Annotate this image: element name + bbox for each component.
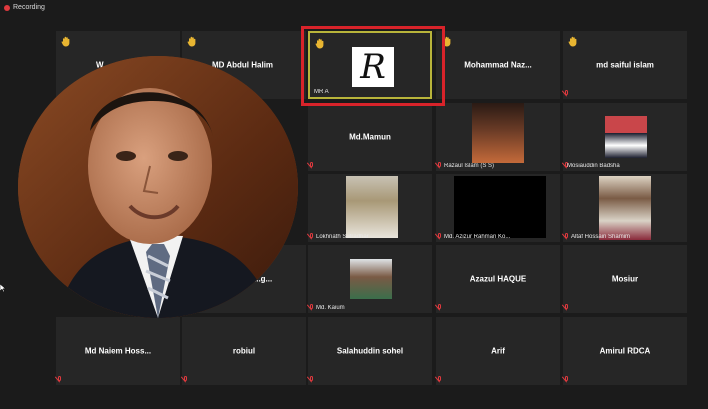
raised-hand-icon xyxy=(187,34,197,47)
participant-label: Razaul Islam (S S) xyxy=(444,163,495,169)
participant-tile[interactable]: Salahuddin sohel xyxy=(308,317,432,385)
muted-mic-icon xyxy=(565,376,569,382)
muted-mic-icon xyxy=(438,162,442,168)
muted-mic-icon xyxy=(438,233,442,239)
participant-tile[interactable]: Mohammad Naz... xyxy=(436,31,560,99)
muted-mic-icon xyxy=(58,376,62,382)
raised-hand-icon xyxy=(568,34,578,47)
muted-mic-icon xyxy=(310,162,314,168)
participant-label: Mosiauddin Badsha xyxy=(567,163,620,169)
muted-mic-icon xyxy=(438,304,442,310)
participant-name: MD Abdul Halim xyxy=(212,60,274,70)
video-thumbnail xyxy=(346,176,398,238)
muted-mic-icon xyxy=(310,376,314,382)
muted-mic-icon xyxy=(565,304,569,310)
participant-name: md saiful islam xyxy=(596,60,654,70)
participant-label: Lokhnath Sutradhar xyxy=(316,234,369,240)
participant-name: Azazul HAQUE xyxy=(469,274,527,284)
muted-mic-icon xyxy=(565,90,569,96)
participant-name: Salahuddin sohel xyxy=(336,346,404,356)
participant-label: Md. Azizur Rahman Ko... xyxy=(444,234,511,240)
profile-photo xyxy=(605,116,647,158)
participant-name: Amirul RDCA xyxy=(599,346,651,356)
participant-tile[interactable]: Altaf Hossain Shamim xyxy=(563,174,687,242)
participant-tile[interactable]: Amirul RDCA xyxy=(563,317,687,385)
participant-tile[interactable]: Lokhnath Sutradhar xyxy=(308,174,432,242)
raised-hand-icon xyxy=(61,34,71,47)
participant-tile[interactable]: Azazul HAQUE xyxy=(436,245,560,313)
participant-tile[interactable]: Arif xyxy=(436,317,560,385)
muted-mic-icon xyxy=(565,233,569,239)
participant-tile[interactable]: robiul xyxy=(182,317,306,385)
participant-name: robiul xyxy=(232,346,256,356)
participant-name: ...g... xyxy=(254,274,273,284)
participant-tile[interactable]: Mosiauddin Badsha xyxy=(563,103,687,171)
profile-photo xyxy=(350,259,392,299)
muted-mic-icon xyxy=(310,304,314,310)
participant-label: Md. Kaium xyxy=(316,305,345,311)
participant-label: Altaf Hossain Shamim xyxy=(571,234,631,240)
participant-tile[interactable]: md saiful islam xyxy=(563,31,687,99)
participant-tile[interactable]: Md Naiem Hoss... xyxy=(56,317,180,385)
participant-name: Arif xyxy=(491,346,505,356)
portrait-overlay xyxy=(18,56,298,318)
video-thumbnail xyxy=(599,176,651,240)
mouse-cursor-icon xyxy=(0,284,6,292)
participant-tile[interactable]: Md. Kaium xyxy=(308,245,432,313)
video-thumbnail xyxy=(454,176,546,238)
participant-name: Mohammad Naz... xyxy=(464,60,532,70)
muted-mic-icon xyxy=(310,233,314,239)
participant-name: Md Naiem Hoss... xyxy=(84,346,152,356)
highlight-box xyxy=(301,26,445,106)
video-thumbnail xyxy=(472,103,524,163)
portrait-illustration xyxy=(18,56,298,318)
muted-mic-icon xyxy=(184,376,188,382)
participant-tile[interactable]: Mosiur xyxy=(563,245,687,313)
muted-mic-icon xyxy=(438,376,442,382)
participant-name: Md.Mamun xyxy=(349,132,391,142)
participant-name: Mosiur xyxy=(611,274,639,284)
participant-tile[interactable]: Razaul Islam (S S) xyxy=(436,103,560,171)
participant-tile[interactable]: Md.Mamun xyxy=(308,103,432,171)
participant-tile[interactable]: Md. Azizur Rahman Ko... xyxy=(436,174,560,242)
